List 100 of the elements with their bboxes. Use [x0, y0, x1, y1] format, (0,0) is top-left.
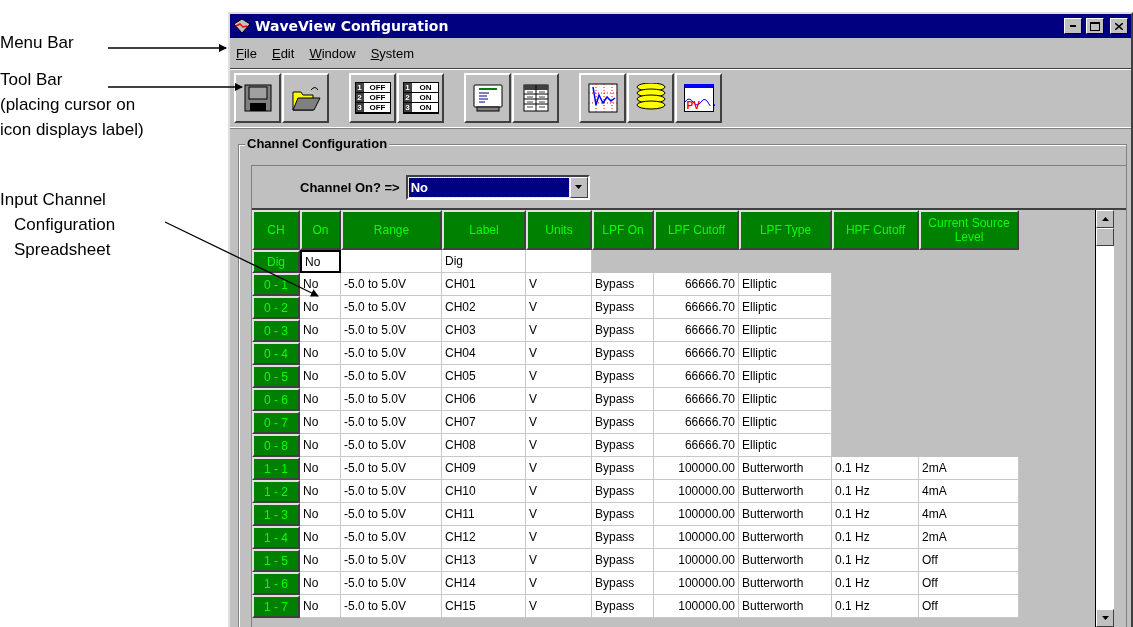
- table-cell: V: [526, 296, 592, 319]
- table-cell: 0.1 Hz: [832, 549, 919, 572]
- table-cell: CH10: [442, 480, 526, 503]
- table-cell: 100000.00: [654, 572, 739, 595]
- table-cell: -5.0 to 5.0V: [341, 296, 442, 319]
- channel-header: 1 - 5: [252, 549, 300, 572]
- table-cell: No: [300, 342, 341, 365]
- table-cell: Bypass: [592, 388, 654, 411]
- table-cell: No: [300, 388, 341, 411]
- table-cell: -5.0 to 5.0V: [341, 549, 442, 572]
- table-cell: 0.1 Hz: [832, 480, 919, 503]
- table-cell: V: [526, 503, 592, 526]
- menu-item[interactable]: Edit: [271, 45, 295, 61]
- table-cell: V: [526, 549, 592, 572]
- table-cell: Off: [919, 595, 1019, 618]
- table-cell: 66666.70: [654, 434, 739, 457]
- scroll-down-button[interactable]: [1096, 609, 1114, 627]
- table-cell: 66666.70: [654, 388, 739, 411]
- table-cell: No: [300, 503, 341, 526]
- table-cell: 66666.70: [654, 296, 739, 319]
- table-cell: Butterworth: [739, 595, 832, 618]
- table-cell: V: [526, 434, 592, 457]
- line-chart-icon: [587, 83, 618, 113]
- table-cell: CH08: [442, 434, 526, 457]
- table-cell: V: [526, 342, 592, 365]
- table-cell: -5.0 to 5.0V: [341, 388, 442, 411]
- folder-icon: [290, 84, 321, 112]
- table-cell: 66666.70: [654, 319, 739, 342]
- toolbar-button[interactable]: [579, 73, 626, 123]
- column-header: LPF On: [592, 210, 654, 250]
- toolbar-button[interactable]: [282, 73, 329, 123]
- table-cell: Off: [919, 549, 1019, 572]
- table-cell: -5.0 to 5.0V: [341, 365, 442, 388]
- table-cell: Bypass: [592, 503, 654, 526]
- channel-header: 0 - 2: [252, 296, 300, 319]
- toolbar-button[interactable]: [234, 73, 281, 123]
- toolbar-button[interactable]: [512, 73, 559, 123]
- table-cell: No: [300, 365, 341, 388]
- group-title: Channel Configuration: [245, 136, 390, 151]
- table-cell: No: [300, 457, 341, 480]
- table-cell: No: [300, 273, 341, 296]
- scroll-thumb[interactable]: [1096, 228, 1114, 246]
- table-cell: -5.0 to 5.0V: [341, 434, 442, 457]
- toolbar-button[interactable]: 1 OFF 2 OFF 3 OFF: [349, 73, 396, 123]
- combo-label: Channel On? =>: [300, 179, 400, 195]
- table-cell: CH02: [442, 296, 526, 319]
- table-cell: 4mA: [919, 503, 1019, 526]
- table-cell: V: [526, 319, 592, 342]
- table-cell: -5.0 to 5.0V: [341, 572, 442, 595]
- disk-stack-icon: [634, 83, 667, 113]
- column-header: LPF Cutoff: [654, 210, 739, 250]
- channel-header: 1 - 1: [252, 457, 300, 480]
- column-header: Range: [341, 210, 442, 250]
- toolbar-button[interactable]: [464, 73, 511, 123]
- table-cell: Bypass: [592, 549, 654, 572]
- table-cell: CH06: [442, 388, 526, 411]
- channel-header: 0 - 7: [252, 411, 300, 434]
- pv-chart-icon: PV: [683, 84, 714, 112]
- maximize-icon: [1090, 21, 1100, 31]
- menu-item[interactable]: System: [370, 45, 414, 61]
- table-cell: -5.0 to 5.0V: [341, 457, 442, 480]
- scroll-up-button[interactable]: [1096, 210, 1114, 228]
- table-cell: 0.1 Hz: [832, 595, 919, 618]
- scrollbar[interactable]: [1095, 210, 1114, 627]
- table-cell: No: [300, 411, 341, 434]
- table-cell: Bypass: [592, 411, 654, 434]
- scroll-up-icon: [1101, 217, 1109, 221]
- table-cell: Elliptic: [739, 434, 832, 457]
- table-cell: 0.1 Hz: [832, 526, 919, 549]
- table-cell: CH15: [442, 595, 526, 618]
- menu-item[interactable]: Window: [309, 45, 356, 61]
- table-cell: V: [526, 457, 592, 480]
- table-cell: Butterworth: [739, 572, 832, 595]
- table-cell: 66666.70: [654, 365, 739, 388]
- close-button[interactable]: [1110, 18, 1128, 34]
- callout-text: Input Channel Configuration Spreadsheet: [0, 189, 116, 261]
- channel-header: Dig: [252, 250, 300, 273]
- table-cell: No: [300, 572, 341, 595]
- channel-on-dropdown[interactable]: No: [405, 174, 590, 200]
- column-header: LPF Type: [739, 210, 832, 250]
- table-cell: CH12: [442, 526, 526, 549]
- channel-header: 0 - 6: [252, 388, 300, 411]
- channel-header: 0 - 8: [252, 434, 300, 457]
- minimize-button[interactable]: [1064, 18, 1082, 34]
- table-cell: No: [300, 480, 341, 503]
- table-cell: 2mA: [919, 457, 1019, 480]
- menu-item[interactable]: File: [236, 45, 257, 61]
- dropdown-arrow-icon: [575, 185, 583, 189]
- table-cell: -5.0 to 5.0V: [341, 319, 442, 342]
- toolbar-button[interactable]: [627, 73, 674, 123]
- toolbar-button[interactable]: 1 ON 2 ON 3 ON: [397, 73, 444, 123]
- table-cell: CH04: [442, 342, 526, 365]
- channel-header: 1 - 7: [252, 595, 300, 618]
- maximize-button[interactable]: [1086, 18, 1104, 34]
- table-cell: V: [526, 411, 592, 434]
- table-cell: 100000.00: [654, 526, 739, 549]
- table-cell: -5.0 to 5.0V: [341, 480, 442, 503]
- table-cell: 0.1 Hz: [832, 457, 919, 480]
- table-cell: V: [526, 572, 592, 595]
- toolbar-button[interactable]: PV: [675, 73, 722, 123]
